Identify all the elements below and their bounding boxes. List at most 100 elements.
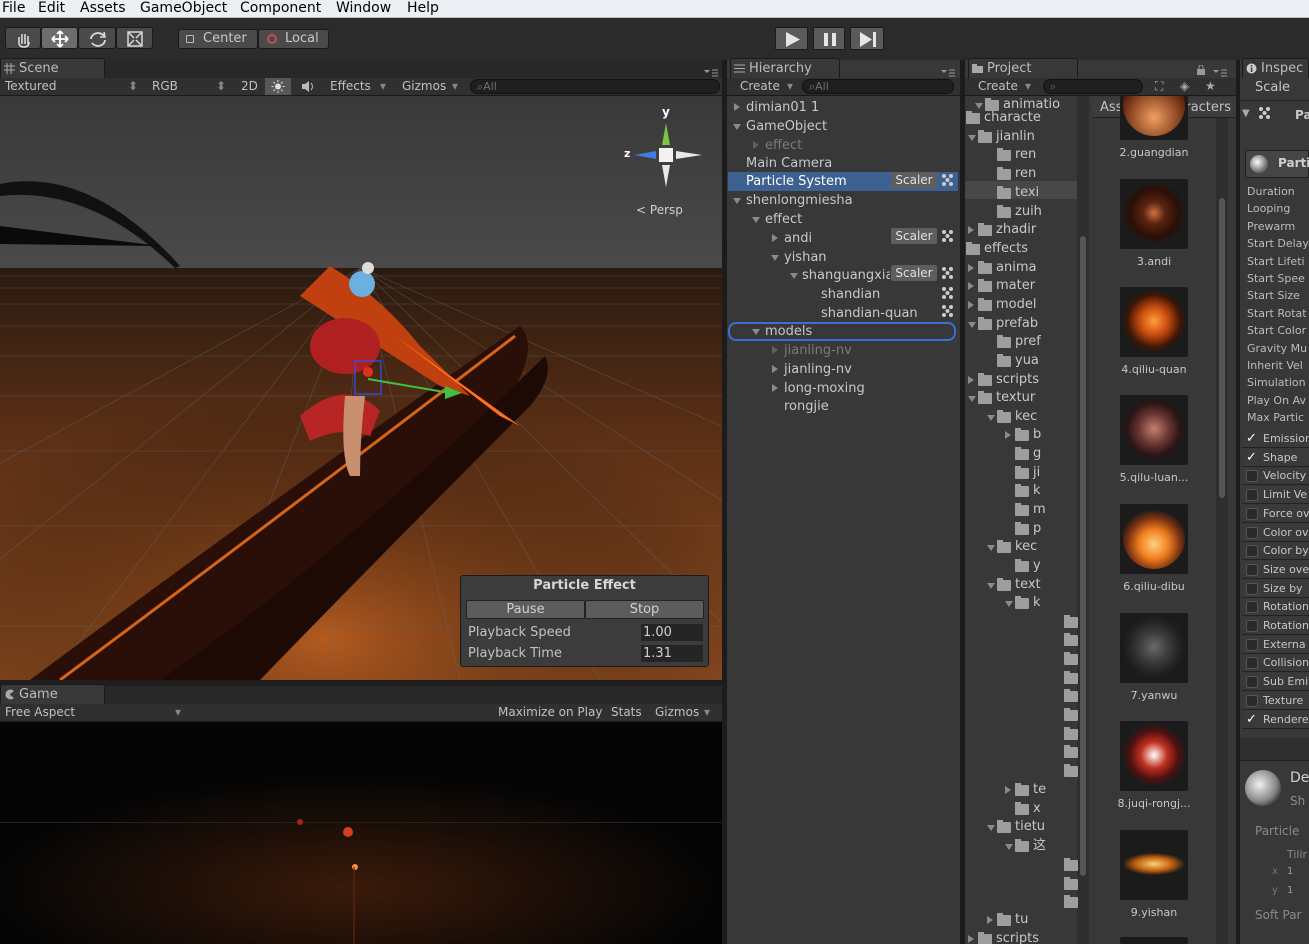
- assets-scroll-thumb[interactable]: [1219, 198, 1225, 498]
- particle-module-header[interactable]: Limit Ve: [1242, 486, 1309, 505]
- particle-module-header[interactable]: Rotation: [1242, 598, 1309, 617]
- particle-module-header[interactable]: ✓ Shape: [1242, 448, 1309, 467]
- panel-menu-icon[interactable]: [703, 66, 719, 77]
- hierarchy-row[interactable]: Main Camera: [728, 154, 960, 173]
- hierarchy-row[interactable]: shandian: [728, 285, 960, 304]
- hierarchy-row[interactable]: long-moxing: [728, 379, 960, 398]
- project-folder-row[interactable]: ji: [965, 464, 1077, 482]
- project-folder-row[interactable]: characte: [965, 109, 1077, 127]
- checkbox-icon[interactable]: [1246, 526, 1258, 539]
- playback-time-field[interactable]: 1.31: [641, 645, 703, 662]
- material-preview-sphere[interactable]: [1245, 770, 1281, 806]
- project-folder-row[interactable]: anima: [965, 259, 1077, 277]
- checkbox-icon[interactable]: [1246, 620, 1258, 632]
- folder-icon[interactable]: [1064, 764, 1078, 777]
- menu-edit[interactable]: Edit: [38, 0, 65, 17]
- folder-icon[interactable]: [1064, 858, 1078, 871]
- scene-search-input[interactable]: ⌕All: [470, 79, 720, 94]
- particle-module-header[interactable]: Sub Emi: [1242, 673, 1309, 692]
- menu-assets[interactable]: Assets: [80, 0, 126, 17]
- checkbox-icon[interactable]: [1246, 470, 1258, 483]
- project-folder-row[interactable]: m: [965, 501, 1077, 519]
- folder-icon[interactable]: [1064, 671, 1078, 684]
- stats-toggle[interactable]: Stats: [611, 704, 642, 721]
- project-folder-row[interactable]: ren: [965, 165, 1077, 183]
- particle-module-header[interactable]: ✓ Rendere: [1242, 710, 1309, 729]
- hierarchy-row[interactable]: effect: [728, 210, 960, 229]
- project-folder-row[interactable]: scripts: [965, 930, 1077, 944]
- menu-component[interactable]: Component: [240, 0, 321, 17]
- move-tool-button[interactable]: [41, 27, 78, 49]
- asset-thumbnail[interactable]: [1120, 179, 1188, 249]
- project-folder-row[interactable]: ren: [965, 146, 1077, 164]
- panel-menu-icon[interactable]: [1212, 66, 1228, 77]
- particle-module-header[interactable]: Texture: [1242, 691, 1309, 710]
- stop-effect-button[interactable]: Stop: [585, 600, 704, 619]
- scene-orientation-gizmo[interactable]: y z < Persp: [620, 105, 710, 225]
- tab-project[interactable]: Project: [968, 58, 1078, 78]
- asset-thumbnail[interactable]: [1120, 830, 1188, 900]
- tiling-x-field[interactable]: 1: [1287, 866, 1293, 877]
- project-folder-row[interactable]: 这: [965, 837, 1077, 855]
- project-folder-row[interactable]: texi: [965, 184, 1077, 202]
- hierarchy-row[interactable]: shanguangxia: [728, 266, 890, 285]
- folder-icon[interactable]: [1064, 708, 1078, 721]
- project-folder-row[interactable]: p: [965, 520, 1077, 538]
- project-folder-row[interactable]: k: [965, 594, 1077, 612]
- folder-icon[interactable]: [1064, 877, 1078, 890]
- tab-hierarchy[interactable]: Hierarchy: [730, 58, 840, 78]
- game-viewport[interactable]: [0, 722, 722, 944]
- playback-speed-field[interactable]: 1.00: [641, 624, 703, 641]
- pause-button[interactable]: [813, 27, 845, 50]
- project-folder-row[interactable]: textur: [965, 389, 1077, 407]
- favorites-star-icon[interactable]: ★: [1205, 78, 1216, 95]
- asset-thumbnail[interactable]: [1120, 287, 1188, 357]
- folder-icon[interactable]: [1064, 689, 1078, 702]
- project-folder-row[interactable]: zhadir: [965, 221, 1077, 239]
- scaler-badge[interactable]: Scaler: [891, 228, 937, 244]
- lock-icon[interactable]: [1196, 64, 1206, 75]
- tab-inspector[interactable]: Inspec: [1242, 58, 1309, 78]
- checkbox-icon[interactable]: [1246, 563, 1258, 576]
- maximize-on-play-toggle[interactable]: Maximize on Play: [498, 704, 602, 721]
- toggle-2d-button[interactable]: 2D: [241, 78, 258, 95]
- hierarchy-row[interactable]: rongjie: [728, 397, 960, 416]
- panel-menu-icon[interactable]: [940, 66, 956, 77]
- hierarchy-row[interactable]: effect: [728, 136, 960, 155]
- hand-tool-button[interactable]: [5, 27, 41, 49]
- asset-thumbnail[interactable]: [1120, 504, 1188, 574]
- particle-module-header[interactable]: Externa: [1242, 635, 1309, 654]
- particle-module-header[interactable]: Color ov: [1242, 523, 1309, 542]
- scaler-badge[interactable]: Scaler: [891, 172, 937, 188]
- asset-thumbnail[interactable]: [1120, 395, 1188, 465]
- scaler-badge[interactable]: Scaler: [891, 265, 937, 281]
- asset-thumbnail[interactable]: [1120, 937, 1188, 944]
- project-folder-row[interactable]: tu: [965, 911, 1077, 929]
- folder-icon[interactable]: [1064, 745, 1078, 758]
- project-folder-row[interactable]: x: [965, 800, 1077, 818]
- project-folder-row[interactable]: pref: [965, 333, 1077, 351]
- step-button[interactable]: [850, 27, 884, 50]
- project-folder-row[interactable]: text: [965, 576, 1077, 594]
- project-folder-row[interactable]: k: [965, 482, 1077, 500]
- asset-thumbnail[interactable]: [1120, 96, 1188, 140]
- particle-system-header[interactable]: Partic: [1245, 150, 1309, 178]
- pivot-local-button[interactable]: Local: [258, 29, 329, 49]
- project-folder-row[interactable]: scripts: [965, 371, 1077, 389]
- assets-scrollbar[interactable]: [1216, 118, 1228, 944]
- particle-module-header[interactable]: ✓ Emission: [1242, 430, 1309, 448]
- tree-scrollbar[interactable]: [1077, 96, 1089, 944]
- asset-thumbnail[interactable]: [1120, 721, 1188, 791]
- checkbox-icon[interactable]: [1246, 489, 1258, 502]
- scene-gizmos-dropdown[interactable]: Gizmos: [402, 78, 446, 95]
- rotate-tool-button[interactable]: [78, 27, 116, 49]
- checkbox-icon[interactable]: [1246, 601, 1258, 614]
- effects-dropdown[interactable]: Effects: [330, 78, 371, 95]
- hierarchy-row[interactable]: jianling-nv: [728, 341, 960, 360]
- checkbox-checked-icon[interactable]: ✓: [1246, 432, 1258, 445]
- particle-module-header[interactable]: Rotation: [1242, 617, 1309, 635]
- material-shader[interactable]: Sh: [1290, 794, 1305, 808]
- menu-file[interactable]: File: [2, 0, 25, 17]
- folder-icon[interactable]: [1064, 727, 1078, 740]
- folder-icon[interactable]: [1064, 895, 1078, 908]
